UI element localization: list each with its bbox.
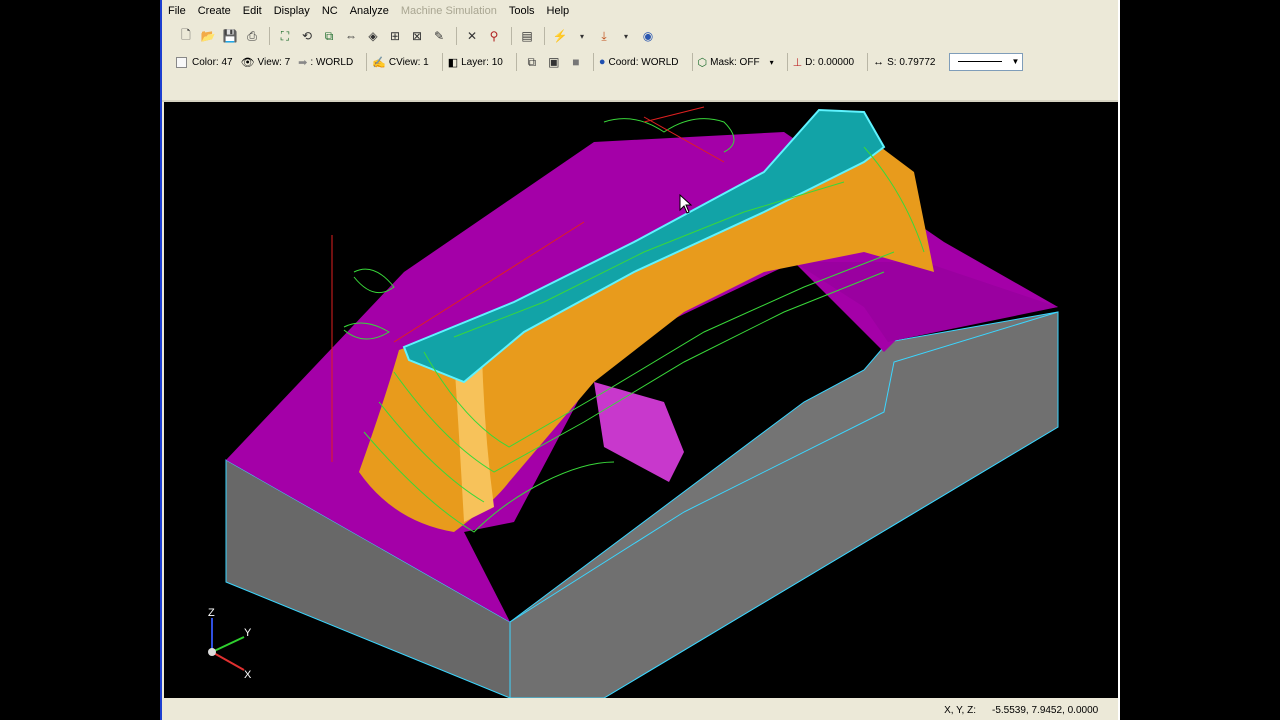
toolbar-separator — [269, 27, 270, 45]
zoom-out-icon[interactable]: ⊠ — [407, 26, 427, 46]
toolbar-separator — [786, 53, 788, 71]
render-icon[interactable]: ◉ — [638, 26, 658, 46]
toolbar-separator — [592, 53, 594, 71]
menu-tools[interactable]: Tools — [503, 1, 541, 21]
span-icon: ↔ — [873, 56, 885, 68]
coord-label: Coord: WORLD — [608, 56, 679, 68]
mouse-cursor-icon — [679, 194, 693, 214]
chevron-down-icon[interactable]: ▼ — [1008, 54, 1022, 68]
line-style-preview — [958, 61, 1003, 62]
triad-y-label: Y — [244, 627, 252, 639]
menu-analyze[interactable]: Analyze — [344, 1, 395, 21]
snap-dropdown-icon[interactable]: ▾ — [572, 26, 592, 46]
fit-icon[interactable]: ⛶ — [275, 26, 295, 46]
xyz-label: X, Y, Z: — [944, 704, 976, 716]
hidden-line-icon[interactable]: ▣ — [544, 52, 564, 72]
menu-nc[interactable]: NC — [316, 1, 344, 21]
delete-icon[interactable]: ✕ — [462, 26, 482, 46]
axis-triad: Z Y X — [208, 607, 252, 681]
toolbar-separator — [366, 53, 368, 71]
color-label: Color: 47 — [192, 56, 233, 68]
menu-edit[interactable]: Edit — [237, 1, 268, 21]
open-icon[interactable]: 📂 — [198, 26, 218, 46]
print-icon[interactable]: ⎙ — [242, 26, 262, 46]
cview-selector[interactable]: ✍ CView: 1 — [372, 56, 429, 69]
depth-label: D: 0.00000 — [805, 56, 855, 68]
mask-selector[interactable]: ⬡ Mask: OFF ▾ — [698, 56, 774, 69]
model-render: Z Y X — [208, 106, 1059, 698]
window-right-border — [1118, 0, 1120, 720]
zoom-window-icon[interactable]: ◈ — [363, 26, 383, 46]
paint-icon[interactable]: ✎ — [429, 26, 449, 46]
layer-label: Layer: 10 — [461, 56, 503, 68]
s-label: S: 0.79772 — [887, 56, 936, 68]
tool-view-selector[interactable]: ➡ : WORLD — [298, 56, 353, 69]
rotate-icon[interactable]: ⟲ — [297, 26, 317, 46]
save-icon[interactable]: 💾 — [220, 26, 240, 46]
toolbar-separator — [515, 53, 517, 71]
snap-options-icon[interactable]: ▾ — [616, 26, 636, 46]
mask-dropdown-icon[interactable]: ▾ — [770, 58, 774, 67]
s-selector[interactable]: ↔ S: 0.79772 — [873, 56, 935, 68]
arrow-icon: ➡ — [298, 56, 308, 69]
layer-icon: ◧ — [447, 56, 459, 69]
depth-icon: ⊥ — [792, 56, 803, 69]
view-label: View: 7 — [257, 56, 291, 68]
layer-selector[interactable]: ◧ Layer: 10 — [448, 56, 503, 69]
toolbar-separator — [456, 27, 457, 45]
mask-label: Mask: OFF — [710, 56, 760, 68]
menu-create[interactable]: Create — [192, 1, 237, 21]
measure-icon[interactable]: ⚲ — [484, 26, 504, 46]
shaded-icon[interactable]: ■ — [566, 52, 586, 72]
cview-label: CView: 1 — [388, 56, 429, 68]
toolbar-separator — [867, 53, 869, 71]
color-swatch — [176, 56, 187, 68]
toolbar-separator — [691, 53, 693, 71]
snap-icon[interactable]: ⤓ — [594, 26, 614, 46]
menu-bar: File Create Edit Display NC Analyze Mach… — [162, 0, 1118, 22]
mold-step-surface — [594, 382, 684, 482]
wireframe-icon[interactable]: ⧉ — [522, 52, 542, 72]
mask-icon: ⬡ — [697, 56, 708, 69]
line-style-dropdown[interactable]: ▼ — [949, 53, 1024, 71]
layer-manager-icon[interactable]: ▤ — [517, 26, 537, 46]
dimension-icon[interactable]: ⚡ — [550, 26, 570, 46]
toolbar-separator — [544, 27, 545, 45]
application-window: File Create Edit Display NC Analyze Mach… — [162, 0, 1118, 720]
status-bar: X, Y, Z: -5.5539, 7.9452, 0.0000 — [162, 700, 1118, 720]
zoom-icon[interactable]: ⇔ — [341, 26, 361, 46]
xyz-value: -5.5539, 7.9452, 0.0000 — [992, 704, 1099, 716]
view-selector[interactable]: 👁 View: 7 — [241, 56, 291, 69]
menu-display[interactable]: Display — [268, 1, 316, 21]
cview-icon: ✍ — [372, 56, 386, 69]
graphics-viewport[interactable]: Z Y X — [164, 102, 1118, 698]
coord-selector[interactable]: ● Coord: WORLD — [599, 56, 679, 68]
toolbar-separator — [511, 27, 512, 45]
menu-file[interactable]: File — [162, 1, 192, 21]
zoom-in-icon[interactable]: ⊞ — [385, 26, 405, 46]
new-file-icon[interactable]: 🗋 — [176, 26, 196, 46]
menu-help[interactable]: Help — [541, 1, 576, 21]
depth-selector[interactable]: ⊥ D: 0.00000 — [793, 56, 855, 69]
triad-z-label: Z — [208, 607, 215, 619]
toolbar-separator — [441, 53, 443, 71]
pan-icon[interactable]: ⧉ — [319, 26, 339, 46]
globe-icon: ● — [598, 56, 606, 68]
menu-machine-simulation: Machine Simulation — [400, 5, 497, 17]
status-toolbar: Color: 47 👁 View: 7 ➡ : WORLD ✍ CView: 1… — [162, 50, 1118, 74]
tool-view-label: : WORLD — [310, 56, 354, 68]
triad-x-label: X — [244, 669, 252, 681]
eye-icon: 👁 — [240, 56, 255, 69]
main-toolbar: 🗋 📂 💾 ⎙ ⛶ ⟲ ⧉ ⇔ ◈ ⊞ ⊠ ✎ ✕ ⚲ ▤ ⚡ ▾ ⤓ ▾ ◉ — [162, 24, 1118, 48]
color-selector[interactable]: Color: 47 — [176, 56, 233, 68]
